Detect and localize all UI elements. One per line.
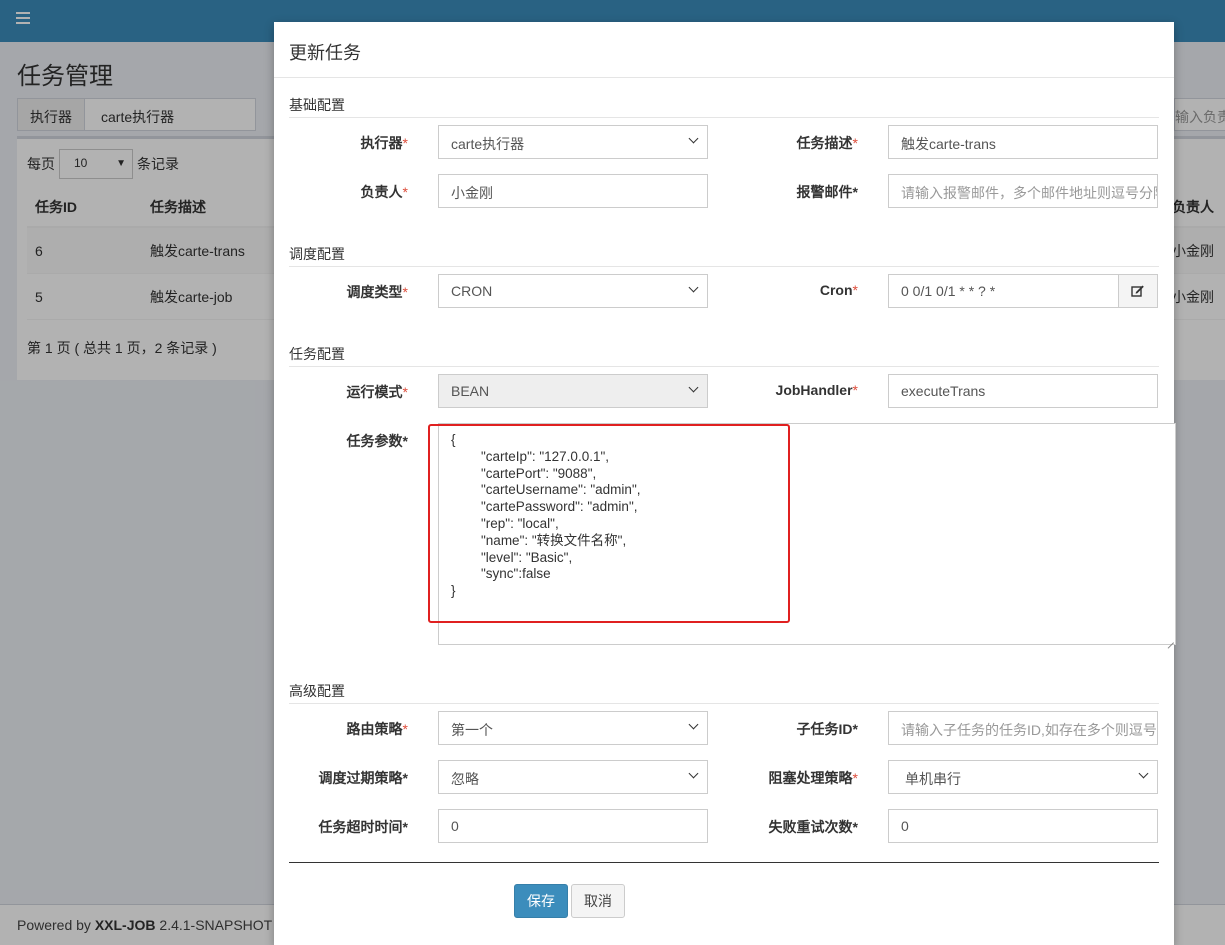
chevron-down-icon <box>689 384 699 394</box>
job-desc-label: 任务描述* <box>728 133 858 153</box>
child-job-input[interactable]: 请输入子任务的任务ID,如存在多个则逗号分隔 <box>888 711 1158 745</box>
section-advanced: 高级配置 <box>289 681 1159 704</box>
modal-title: 更新任务 <box>274 22 1174 78</box>
job-handler-label-text: JobHandler <box>775 382 853 398</box>
route-label-text: 路由策略 <box>346 721 403 737</box>
cron-input[interactable]: 0 0/1 0/1 * * ? * <box>888 274 1119 308</box>
retry-count-input[interactable]: 0 <box>888 809 1158 843</box>
cron-edit-button[interactable] <box>1118 274 1158 308</box>
retry-label: 失败重试次数* <box>728 817 858 837</box>
job-param-label-text: 任务参数 <box>346 433 403 449</box>
job-handler-input[interactable]: executeTrans <box>888 374 1158 408</box>
route-label: 路由策略* <box>278 719 408 739</box>
resize-handle-icon[interactable] <box>1166 635 1174 643</box>
schedule-type-select[interactable]: CRON <box>438 274 708 308</box>
job-desc-label-text: 任务描述 <box>796 135 853 151</box>
job-desc-input[interactable]: 触发carte-trans <box>888 125 1158 159</box>
timeout-label: 任务超时时间* <box>278 817 408 837</box>
block-strategy-label: 阻塞处理策略* <box>728 768 858 788</box>
required-mark: * <box>402 721 408 737</box>
required-mark: * <box>852 819 858 835</box>
route-strategy-value: 第一个 <box>451 722 493 738</box>
executor-select[interactable]: carte执行器 <box>438 125 708 159</box>
required-mark: * <box>852 184 858 200</box>
retry-label-text: 失败重试次数 <box>768 819 853 835</box>
section-schedule: 调度配置 <box>289 244 1159 267</box>
chevron-down-icon <box>689 135 699 145</box>
alarm-email-input[interactable]: 请输入报警邮件，多个邮件地址则逗号分隔 <box>888 174 1158 208</box>
required-mark: * <box>852 282 858 298</box>
executor-label: 执行器* <box>278 133 408 153</box>
schedule-type-label: 调度类型* <box>278 282 408 302</box>
update-job-modal: 更新任务 基础配置 执行器* carte执行器 任务描述* 触发carte-tr… <box>274 22 1176 945</box>
glue-type-value: BEAN <box>451 383 490 399</box>
section-basic: 基础配置 <box>289 95 1159 118</box>
required-mark: * <box>852 382 858 398</box>
required-mark: * <box>402 819 408 835</box>
job-param-textarea[interactable]: { "carteIp": "127.0.0.1", "cartePort": "… <box>438 423 1176 645</box>
author-label: 负责人* <box>278 182 408 202</box>
author-input[interactable]: 小金刚 <box>438 174 708 208</box>
child-job-label-text: 子任务ID <box>796 721 853 737</box>
chevron-down-icon <box>689 284 699 294</box>
form-divider <box>289 862 1159 863</box>
block-strategy-select[interactable]: 单机串行 <box>888 760 1158 794</box>
glue-type-select[interactable]: BEAN <box>438 374 708 408</box>
cron-label-text: Cron <box>819 282 853 298</box>
cancel-button[interactable]: 取消 <box>571 884 625 918</box>
job-handler-label: JobHandler* <box>728 382 858 398</box>
alarm-email-label-text: 报警邮件 <box>796 184 853 200</box>
required-mark: * <box>402 433 408 449</box>
executor-select-value: carte执行器 <box>451 136 525 152</box>
route-strategy-select[interactable]: 第一个 <box>438 711 708 745</box>
required-mark: * <box>402 384 408 400</box>
author-label-text: 负责人 <box>360 184 403 200</box>
glue-type-label: 运行模式* <box>278 382 408 402</box>
timeout-label-text: 任务超时时间 <box>318 819 403 835</box>
job-param-label: 任务参数* <box>278 431 408 451</box>
schedule-type-value: CRON <box>451 283 493 299</box>
required-mark: * <box>402 770 408 786</box>
required-mark: * <box>402 184 408 200</box>
block-strategy-label-text: 阻塞处理策略 <box>768 770 853 786</box>
save-button[interactable]: 保存 <box>514 884 568 918</box>
glue-type-label-text: 运行模式 <box>346 384 403 400</box>
required-mark: * <box>402 135 408 151</box>
alarm-email-label: 报警邮件* <box>728 182 858 202</box>
child-job-label: 子任务ID* <box>728 719 858 739</box>
required-mark: * <box>852 721 858 737</box>
required-mark: * <box>852 135 858 151</box>
chevron-down-icon <box>1139 770 1149 780</box>
section-task: 任务配置 <box>289 344 1159 367</box>
edit-icon <box>1131 285 1144 297</box>
misfire-strategy-value: 忽略 <box>451 771 479 787</box>
misfire-label: 调度过期策略* <box>278 768 408 788</box>
required-mark: * <box>402 284 408 300</box>
timeout-input[interactable]: 0 <box>438 809 708 843</box>
chevron-down-icon <box>689 721 699 731</box>
chevron-down-icon <box>689 770 699 780</box>
cron-label: Cron* <box>728 282 858 298</box>
executor-label-text: 执行器 <box>360 135 403 151</box>
misfire-label-text: 调度过期策略 <box>318 770 403 786</box>
schedule-type-label-text: 调度类型 <box>346 284 403 300</box>
misfire-strategy-select[interactable]: 忽略 <box>438 760 708 794</box>
job-param-value: { "carteIp": "127.0.0.1", "cartePort": "… <box>451 432 641 599</box>
required-mark: * <box>852 770 858 786</box>
block-strategy-value: 单机串行 <box>905 771 961 787</box>
